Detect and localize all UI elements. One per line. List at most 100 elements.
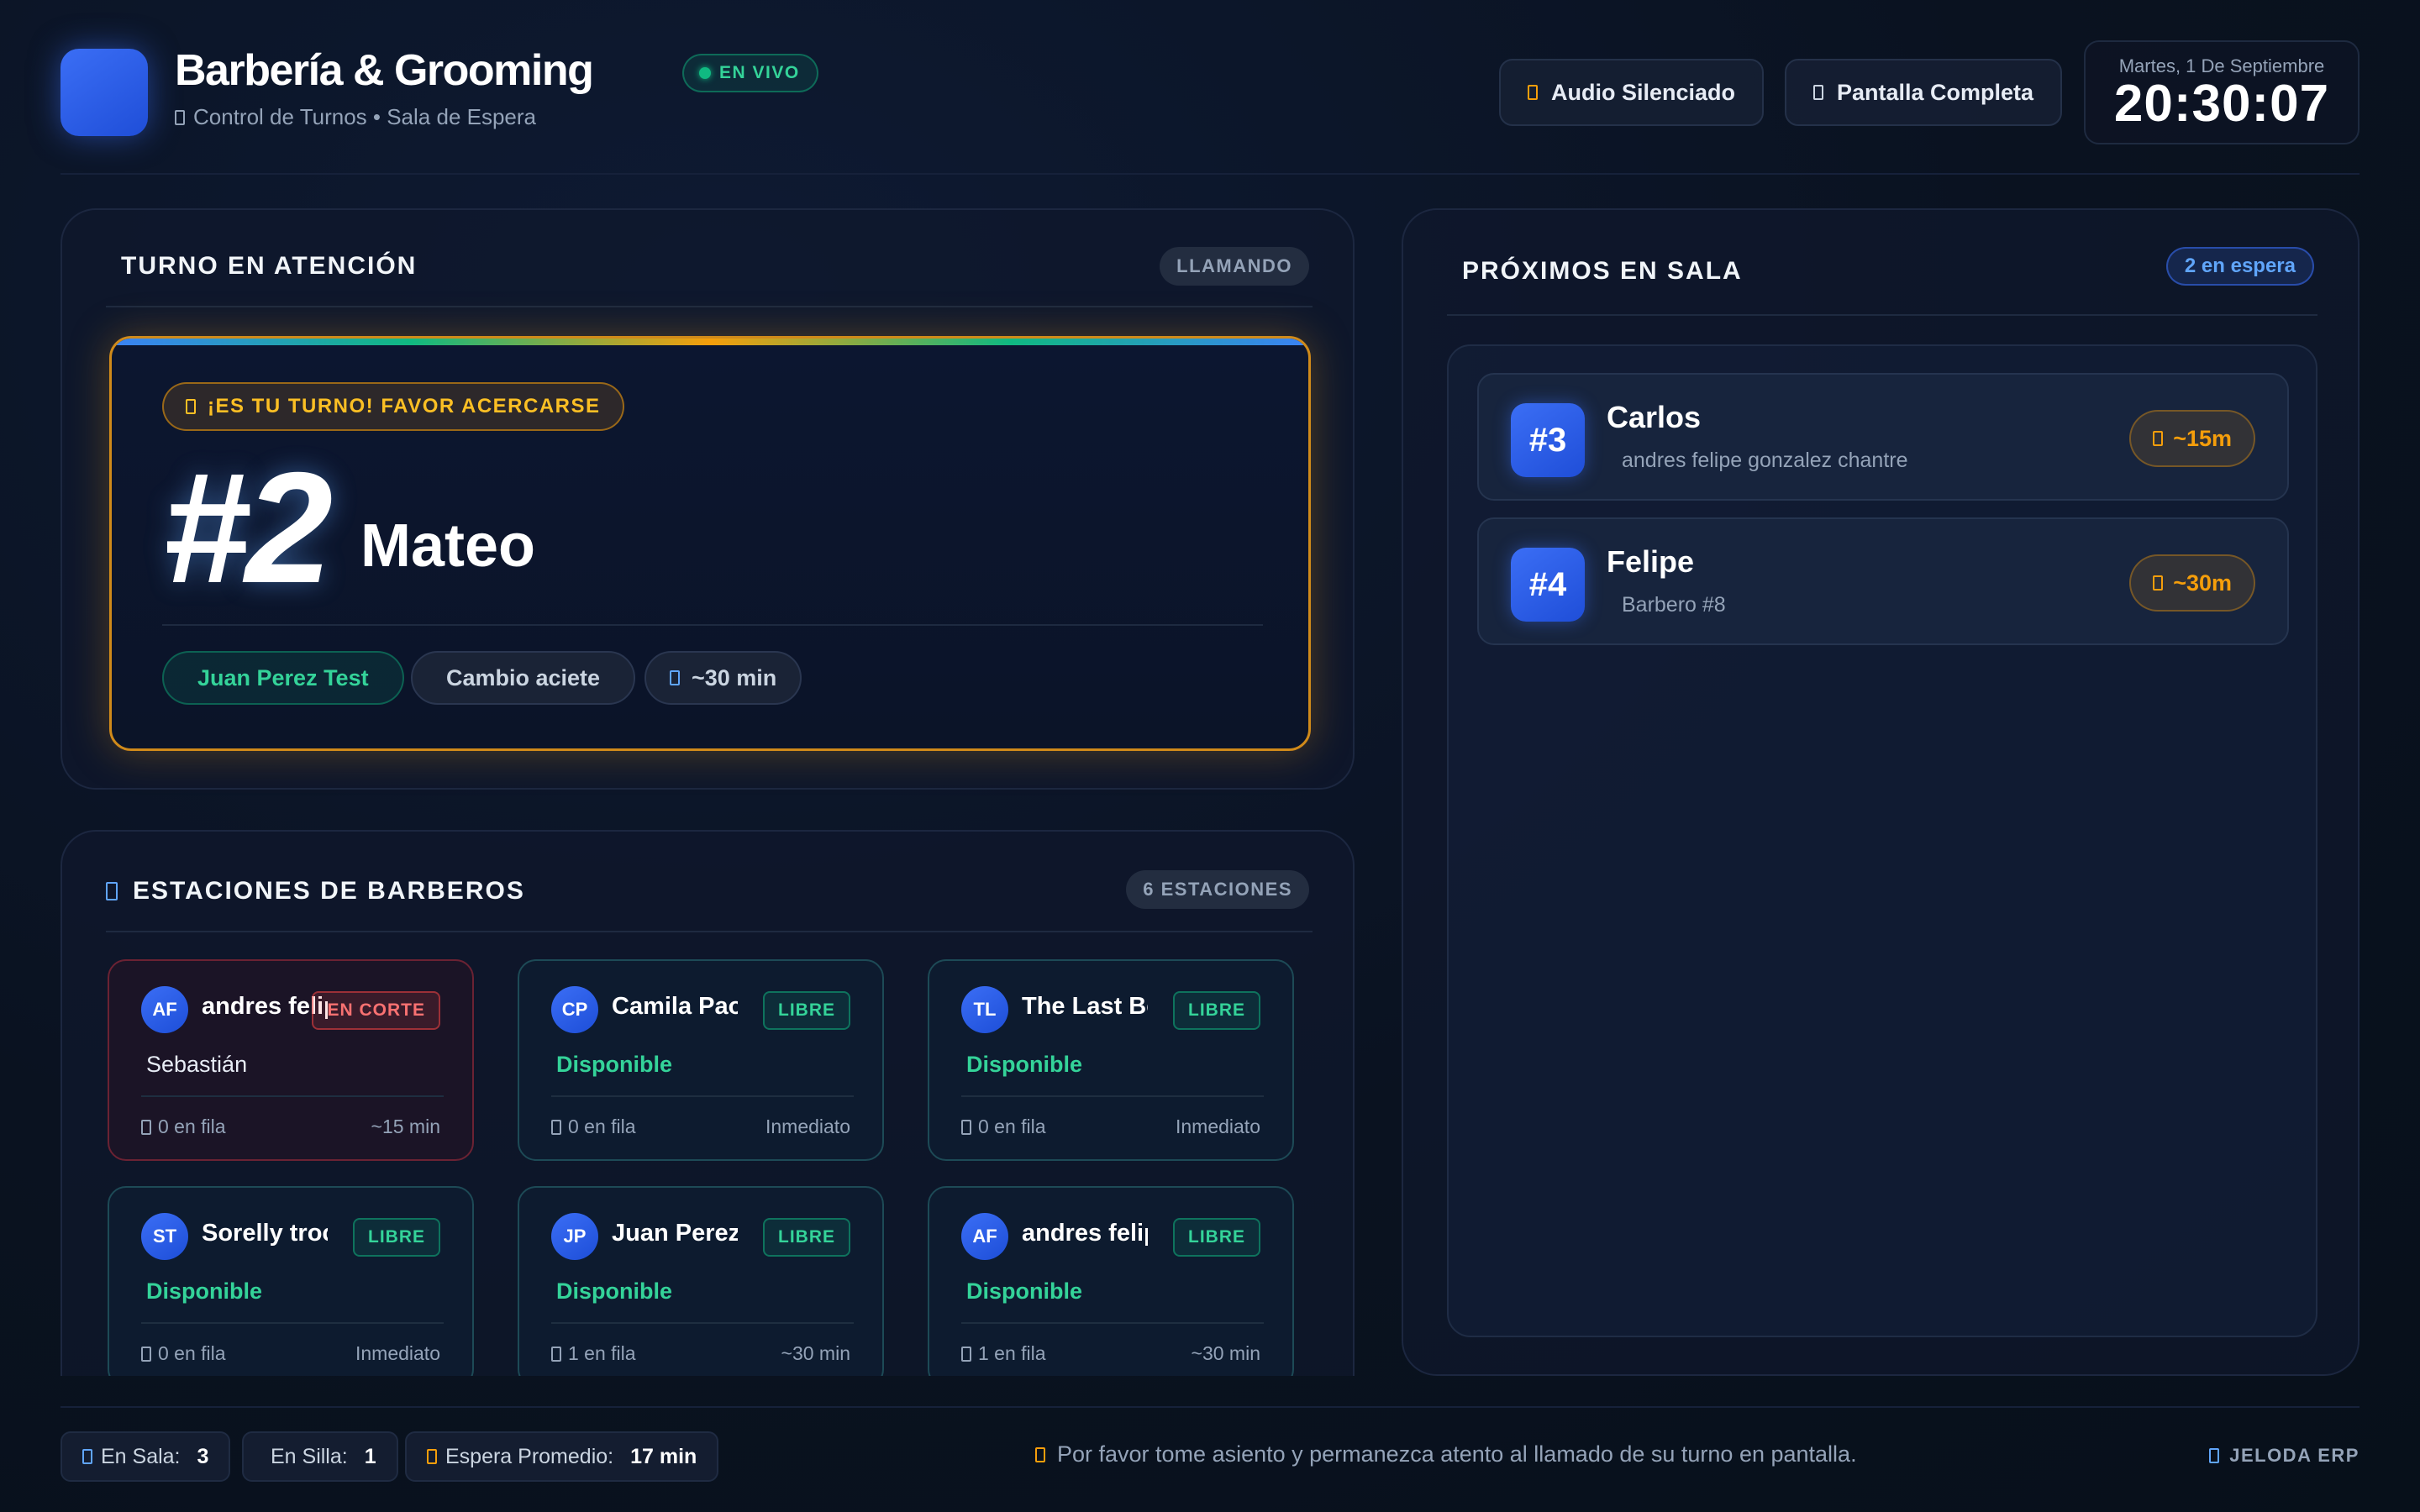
bell-icon xyxy=(186,399,196,414)
queue-text: 0 en fila xyxy=(158,1342,226,1364)
station-card: AF andres felipe gonzalez LIBRE Disponib… xyxy=(928,1186,1294,1376)
station-barber-name: The Last Beyond xyxy=(1022,993,1148,1020)
avatar: AF xyxy=(141,986,188,1033)
duration-text: ~30 min xyxy=(692,664,777,690)
next-in-room-title: PRÓXIMOS EN SALA xyxy=(1462,257,1743,285)
service-chip: Cambio aciete xyxy=(411,651,636,705)
clock-icon xyxy=(427,1449,437,1464)
queue-text: 0 en fila xyxy=(978,1116,1046,1137)
duration-chip: ~30 min xyxy=(644,651,802,705)
station-divider xyxy=(141,1095,444,1097)
rainbow-strip xyxy=(112,339,1308,345)
station-card: ST Sorelly trochez LIBRE Disponible 0 en… xyxy=(108,1186,474,1376)
header: Barbería & Grooming EN VIVO Control de T… xyxy=(60,40,2360,144)
footer-divider xyxy=(60,1406,2360,1408)
current-turn-panel: TURNO EN ATENCIÓN LLAMANDO ¡ES TU TURNO!… xyxy=(60,208,1355,790)
barber-chip: Juan Perez Test xyxy=(162,651,404,705)
station-status: Disponible xyxy=(556,1052,673,1077)
station-status: Disponible xyxy=(556,1278,673,1304)
live-label: EN VIVO xyxy=(719,63,800,82)
user-icon xyxy=(961,1346,971,1362)
queue-eta: ~30m xyxy=(2129,554,2255,612)
fullscreen-icon xyxy=(1813,85,1823,100)
stat-in-room: En Sala: 3 xyxy=(60,1431,231,1482)
station-eta: ~15 min xyxy=(371,1116,440,1137)
header-divider xyxy=(60,173,2360,175)
current-client-name: Mateo xyxy=(360,512,536,580)
clock-icon xyxy=(670,670,680,685)
clock: Martes, 1 De Septiembre 20:30:07 xyxy=(2084,40,2360,144)
station-divider xyxy=(551,1322,854,1324)
call-badge-label: ¡ES TU TURNO! FAVOR ACERCARSE xyxy=(208,395,601,417)
station-eta: Inmediato xyxy=(765,1116,850,1137)
avatar: AF xyxy=(961,1213,1008,1260)
station-queue: 1 en fila xyxy=(961,1342,1046,1365)
stat-label: En Silla: xyxy=(271,1444,348,1468)
list-item: #4 Felipe Barbero #8 ~30m xyxy=(1477,517,2289,645)
app-title: Barbería & Grooming xyxy=(175,46,594,95)
stations-title: ESTACIONES DE BARBEROS xyxy=(106,877,525,906)
station-queue: 0 en fila xyxy=(141,1116,226,1138)
queue-text: 0 en fila xyxy=(158,1116,226,1137)
panel-divider xyxy=(1447,314,2317,316)
stations-title-text: ESTACIONES DE BARBEROS xyxy=(133,877,525,905)
subtitle-text: Control de Turnos • Sala de Espera xyxy=(193,104,537,129)
station-barber-name: andres felipe gonzalez xyxy=(1022,1220,1148,1247)
brand-text: JELODA ERP xyxy=(2229,1445,2360,1466)
current-turn-title: TURNO EN ATENCIÓN xyxy=(121,252,418,280)
station-card: TL The Last Beyond LIBRE Disponible 0 en… xyxy=(928,959,1294,1161)
scissors-icon xyxy=(106,882,118,900)
stations-panel: ESTACIONES DE BARBEROS 6 ESTACIONES AF a… xyxy=(60,830,1355,1376)
list-item: #3 Carlos andres felipe gonzalez chantre… xyxy=(1477,373,2289,501)
stations-count-pill: 6 ESTACIONES xyxy=(1126,870,1309,909)
calling-status-pill: LLAMANDO xyxy=(1160,247,1309,286)
station-divider xyxy=(961,1095,1264,1097)
avatar: ST xyxy=(141,1213,188,1260)
fullscreen-button[interactable]: Pantalla Completa xyxy=(1785,59,2063,126)
avatar: JP xyxy=(551,1213,598,1260)
station-divider xyxy=(551,1095,854,1097)
stat-label: En Sala: xyxy=(101,1444,181,1468)
audio-toggle-button[interactable]: Audio Silenciado xyxy=(1499,59,1765,126)
station-card: AF andres felipe gonzalez chantre EN COR… xyxy=(108,959,474,1161)
avatar: TL xyxy=(961,986,1008,1033)
user-icon xyxy=(961,1119,971,1135)
hourglass-icon xyxy=(2153,431,2164,446)
info-icon xyxy=(1035,1446,1045,1462)
footer-message-text: Por favor tome asiento y permanezca aten… xyxy=(1057,1441,1857,1467)
eta-text: ~15m xyxy=(2173,425,2232,451)
user-icon xyxy=(551,1346,561,1362)
queue-list: #3 Carlos andres felipe gonzalez chantre… xyxy=(1447,344,2317,1337)
speaker-muted-icon xyxy=(1528,85,1538,100)
station-queue: 0 en fila xyxy=(551,1116,636,1138)
current-turn-number: #2 xyxy=(162,439,333,616)
next-in-room-panel: PRÓXIMOS EN SALA 2 en espera #3 Carlos a… xyxy=(1402,208,2360,1376)
station-barber-name: Camila Paola Suarez xyxy=(612,993,738,1020)
status-badge: LIBRE xyxy=(763,1218,850,1257)
stat-value: 17 min xyxy=(630,1444,697,1468)
current-turn-card: ¡ES TU TURNO! FAVOR ACERCARSE #2 Mateo J… xyxy=(109,336,1311,751)
logo-tile xyxy=(60,49,148,136)
tv-icon xyxy=(175,109,185,125)
queue-text: 1 en fila xyxy=(568,1342,636,1364)
station-divider xyxy=(141,1322,444,1324)
status-badge: LIBRE xyxy=(353,1218,440,1257)
panel-divider xyxy=(106,931,1313,932)
station-status: Disponible xyxy=(966,1052,1083,1077)
stat-label: Espera Promedio: xyxy=(445,1444,614,1468)
clock-time: 20:30:07 xyxy=(2113,75,2330,133)
status-badge: EN CORTE xyxy=(312,991,440,1030)
station-status: Disponible xyxy=(966,1278,1083,1304)
queue-number: #4 xyxy=(1511,548,1585,622)
station-eta: ~30 min xyxy=(781,1342,850,1364)
user-icon xyxy=(82,1449,92,1464)
queue-client-name: Felipe xyxy=(1607,544,1695,579)
station-barber-name: Juan Perez Test xyxy=(612,1220,738,1247)
call-badge: ¡ES TU TURNO! FAVOR ACERCARSE xyxy=(162,382,624,431)
fullscreen-button-label: Pantalla Completa xyxy=(1837,79,2034,105)
station-status: Sebastián xyxy=(146,1052,248,1077)
status-badge: LIBRE xyxy=(1173,1218,1260,1257)
waiting-count-pill: 2 en espera xyxy=(2165,247,2314,286)
queue-text: 1 en fila xyxy=(978,1342,1046,1364)
station-queue: 0 en fila xyxy=(961,1116,1046,1138)
